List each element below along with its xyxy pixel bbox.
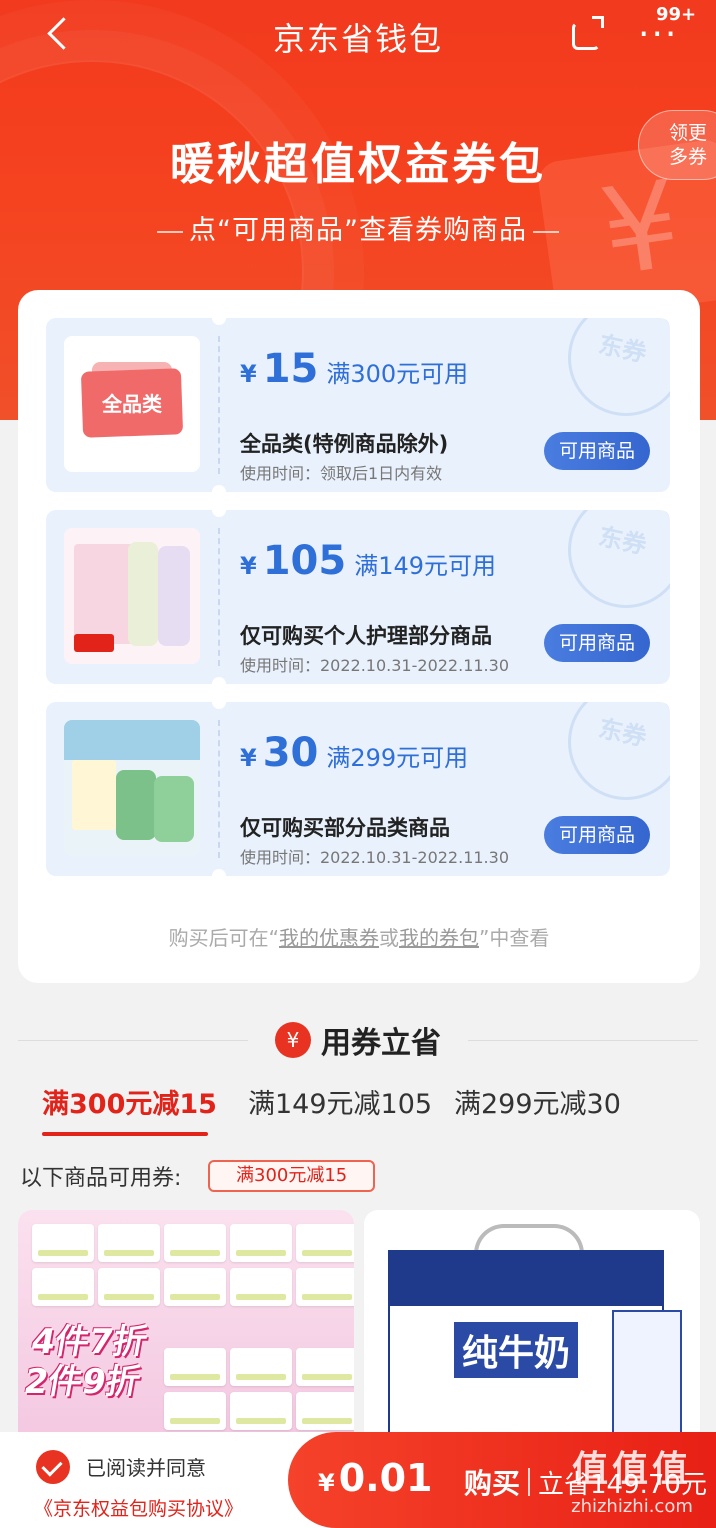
product-card-tissue[interactable]: 4件7折 2件9折 [18, 1210, 354, 1450]
hero-subtitle: 点“可用商品”查看券购商品 [0, 208, 716, 247]
available-label: 以下商品可用券: [20, 1166, 182, 1191]
coupon-icon: ¥ [275, 1022, 311, 1058]
coupon-thumbnail: 全品类 [64, 336, 200, 472]
product-card-milk[interactable]: 纯牛奶 [364, 1210, 700, 1450]
coupon-time: 使用时间：领取后1日内有效 [240, 464, 443, 483]
coupon-name: 全品类(特例商品除外) [240, 432, 449, 456]
agree-checkbox[interactable] [36, 1450, 70, 1484]
share-icon[interactable] [568, 14, 608, 54]
agreement-link[interactable]: 《京东权益包购买协议》 [34, 1494, 243, 1521]
coupon-price: ¥ 30 满299元可用 [240, 730, 469, 776]
available-tag: 满300元减15 [208, 1160, 376, 1192]
stamp-icon: 东券 [568, 702, 670, 800]
section-header: ¥ 用券立省 [0, 1018, 716, 1062]
promo-text: 4件7折 2件9折 [20, 1322, 151, 1402]
coupon-name: 仅可购买部分品类商品 [240, 816, 450, 840]
tab-299-30[interactable]: 满299元减30 [454, 1082, 621, 1121]
watermark: 值值值 zhizhizhi.com [571, 1449, 693, 1517]
coupon-price: ¥ 105 满149元可用 [240, 538, 497, 584]
buy-label: 购买 [464, 1467, 521, 1500]
coupon-item: 东券 ¥ 30 满299元可用 仅可购买部分品类商品 使用时间：2022.10.… [46, 702, 670, 876]
stamp-icon: 东券 [568, 510, 670, 608]
notification-badge: 99+ [656, 4, 697, 25]
stamp-icon: 东券 [568, 318, 670, 416]
my-coupon-pack-link[interactable]: 我的券包 [399, 926, 479, 950]
available-products-button[interactable]: 可用商品 [544, 624, 650, 662]
coupon-item: 全品类 东券 ¥ 15 满300元可用 全品类(特例商品除外) 使用时间：领取后… [46, 318, 670, 492]
coupon-note: 购买后可在“我的优惠券或我的券包”中查看 [168, 926, 550, 950]
available-products-button[interactable]: 可用商品 [544, 432, 650, 470]
page-title: 京东省钱包 [272, 20, 443, 58]
agree-text: 已阅读并同意 [86, 1456, 206, 1480]
tab-300-15[interactable]: 满300元减15 [42, 1082, 217, 1121]
coupon-card: 全品类 东券 ¥ 15 满300元可用 全品类(特例商品除外) 使用时间：领取后… [18, 290, 700, 983]
nav-bar: 京东省钱包 ··· 99+ [0, 0, 716, 72]
coupon-name: 仅可购买个人护理部分商品 [240, 624, 492, 648]
tab-149-105[interactable]: 满149元减105 [248, 1082, 432, 1121]
section-title: 用券立省 [321, 1026, 441, 1061]
coupon-time: 使用时间：2022.10.31-2022.11.30 [240, 656, 509, 675]
coupon-time: 使用时间：2022.10.31-2022.11.30 [240, 848, 509, 867]
buy-price: ¥ 0.01 [318, 1456, 433, 1500]
product-title: 纯牛奶 [454, 1322, 579, 1378]
coupon-price: ¥ 15 满300元可用 [240, 346, 469, 392]
more-icon[interactable]: ··· [638, 17, 678, 53]
tab-underline [42, 1132, 208, 1136]
my-coupons-link[interactable]: 我的优惠券 [279, 926, 379, 950]
get-more-coupons-button[interactable]: 领更 多券 [638, 110, 716, 180]
thumb-label: 全品类 [102, 392, 162, 416]
coupon-thumbnail [64, 720, 200, 856]
available-products-button[interactable]: 可用商品 [544, 816, 650, 854]
coupon-thumbnail [64, 528, 200, 664]
coupon-item: 东券 ¥ 105 满149元可用 仅可购买个人护理部分商品 使用时间：2022.… [46, 510, 670, 684]
hero-title: 暖秋超值权益券包 [170, 139, 546, 190]
